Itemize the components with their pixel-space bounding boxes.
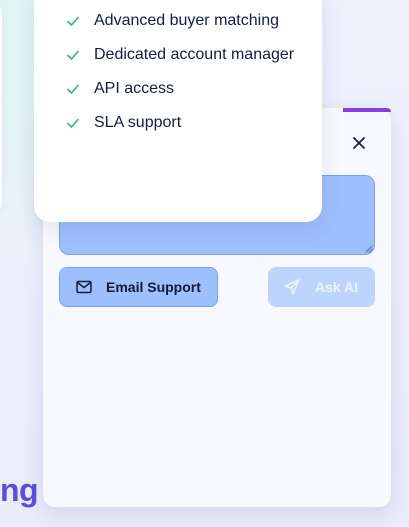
email-support-button[interactable]: Email Support [59, 267, 218, 307]
send-icon [284, 279, 300, 295]
check-icon [67, 118, 79, 128]
ask-ai-label: Ask AI [315, 279, 359, 295]
background-heading: ng [0, 472, 39, 508]
check-icon [67, 16, 79, 26]
feature-label: Dedicated account manager [94, 46, 295, 63]
panel-accent-bar [343, 108, 391, 112]
feature-item: Dedicated account manager [66, 45, 306, 67]
feature-label: API access [94, 80, 175, 97]
features-list: Advanced buyer matching Dedicated accoun… [66, 11, 306, 147]
feature-item: Advanced buyer matching [66, 11, 306, 33]
close-button[interactable] [349, 133, 369, 153]
check-icon [67, 84, 79, 94]
feature-item: API access [66, 79, 306, 101]
features-card: Advanced buyer matching Dedicated accoun… [34, 0, 322, 222]
check-icon [67, 50, 79, 60]
email-support-label: Email Support [106, 279, 201, 295]
feature-label: Advanced buyer matching [94, 12, 279, 29]
feature-item: SLA support [66, 113, 306, 135]
mail-icon [76, 280, 92, 294]
close-icon [353, 137, 365, 149]
feature-label: SLA support [94, 114, 182, 131]
background-card-edge [0, 0, 2, 215]
ask-ai-button[interactable]: Ask AI [268, 267, 375, 307]
